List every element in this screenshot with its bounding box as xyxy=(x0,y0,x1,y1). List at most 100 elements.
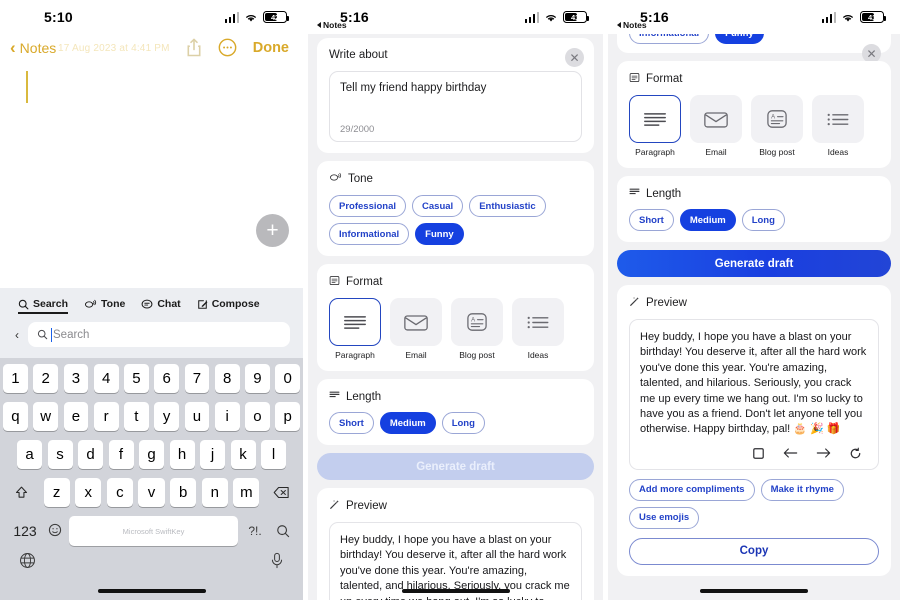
length-chip-long[interactable]: Long xyxy=(741,209,785,231)
length-chip-short[interactable]: Short xyxy=(629,209,674,231)
status-bar: 5:10 42 xyxy=(0,0,303,34)
key[interactable]: r xyxy=(93,402,119,431)
share-icon[interactable] xyxy=(186,38,202,57)
key[interactable]: u xyxy=(184,402,210,431)
globe-icon[interactable] xyxy=(19,552,36,574)
key[interactable]: g xyxy=(139,440,164,469)
chevron-left-icon[interactable]: ‹ xyxy=(15,328,19,342)
keyboard-tool-search[interactable]: Search xyxy=(18,298,69,314)
search-key-icon[interactable] xyxy=(272,524,294,538)
key[interactable]: k xyxy=(230,440,256,469)
key[interactable]: 1 xyxy=(3,364,28,393)
format-option-ideas[interactable]: Ideas xyxy=(812,95,864,157)
key[interactable]: i xyxy=(214,402,240,431)
key[interactable]: h xyxy=(169,440,195,469)
done-button[interactable]: Done xyxy=(253,40,289,56)
format-option-paragraph[interactable]: Paragraph xyxy=(329,298,381,360)
space-key[interactable]: Microsoft SwiftKey xyxy=(69,516,238,546)
back-to-app-indicator[interactable]: Notes xyxy=(617,20,647,30)
copy-button[interactable]: Copy xyxy=(629,537,879,565)
key[interactable]: v xyxy=(138,478,165,507)
key[interactable]: 7 xyxy=(184,364,210,393)
key[interactable]: s xyxy=(47,440,73,469)
tone-chip-informational[interactable]: Informational xyxy=(629,34,710,44)
key[interactable]: 9 xyxy=(245,364,270,393)
back-to-app-indicator[interactable]: Notes xyxy=(317,20,347,30)
suggestion-add-more-compliments[interactable]: Add more compliments xyxy=(629,478,755,501)
ellipsis-circle-icon[interactable] xyxy=(218,38,237,57)
length-chip-medium[interactable]: Medium xyxy=(679,209,736,231)
key[interactable]: p xyxy=(275,402,300,431)
key[interactable]: w xyxy=(33,402,58,431)
arrow-right-icon[interactable] xyxy=(816,447,831,459)
format-option-blogpost[interactable]: A Blog post xyxy=(451,298,503,360)
key[interactable]: x xyxy=(75,478,102,507)
generate-draft-button[interactable]: Generate draft xyxy=(317,453,594,480)
format-title: Format xyxy=(329,275,582,289)
tone-chip-casual[interactable]: Casual xyxy=(412,195,464,217)
tone-chip-enthusiastic[interactable]: Enthusiastic xyxy=(469,195,546,217)
tone-chip-funny[interactable]: Funny xyxy=(415,223,464,245)
notes-actions: Done xyxy=(186,38,289,57)
format-option-email[interactable]: Email xyxy=(390,298,442,360)
tone-chip-funny[interactable]: Funny xyxy=(715,34,764,44)
preview-text-box[interactable]: Hey buddy, I hope you have a blast on yo… xyxy=(629,319,879,470)
close-icon[interactable]: ✕ xyxy=(565,48,584,67)
key[interactable]: a xyxy=(17,440,42,469)
note-editor-body[interactable]: + xyxy=(0,57,303,257)
length-chip-short[interactable]: Short xyxy=(329,412,374,434)
key[interactable]: 3 xyxy=(63,364,89,393)
format-option-blogpost[interactable]: A Blog post xyxy=(751,95,803,157)
key[interactable]: d xyxy=(78,440,103,469)
keyboard-tool-compose[interactable]: Compose xyxy=(197,298,260,313)
key[interactable]: o xyxy=(245,402,270,431)
suggestion-use-emojis[interactable]: Use emojis xyxy=(629,506,700,529)
plus-icon[interactable]: + xyxy=(256,214,289,247)
key[interactable]: n xyxy=(201,478,228,507)
tone-chip-professional[interactable]: Professional xyxy=(329,195,407,217)
length-chip-long[interactable]: Long xyxy=(441,412,485,434)
keyboard-tool-chat[interactable]: Chat xyxy=(141,298,181,313)
emoji-icon[interactable] xyxy=(48,523,62,540)
arrow-left-icon[interactable] xyxy=(783,447,798,459)
key[interactable]: b xyxy=(170,478,197,507)
key[interactable]: t xyxy=(124,402,149,431)
generate-draft-button[interactable]: Generate draft xyxy=(617,250,891,277)
format-option-email[interactable]: Email xyxy=(690,95,742,157)
key[interactable]: 2 xyxy=(33,364,58,393)
format-option-ideas[interactable]: Ideas xyxy=(512,298,564,360)
format-option-paragraph[interactable]: Paragraph xyxy=(629,95,681,157)
microphone-icon[interactable] xyxy=(270,552,284,574)
suggestion-make-it-rhyme[interactable]: Make it rhyme xyxy=(760,478,844,501)
cellular-signal-icon xyxy=(224,11,239,23)
punctuation-key[interactable]: ?!. xyxy=(245,524,265,538)
back-to-notes-button[interactable]: ‹ Notes xyxy=(10,39,56,56)
key[interactable]: 6 xyxy=(154,364,179,393)
backspace-icon[interactable] xyxy=(265,478,299,507)
numeric-key[interactable]: 123 xyxy=(9,523,41,539)
stop-icon[interactable] xyxy=(752,447,765,460)
key[interactable]: c xyxy=(106,478,133,507)
write-about-input[interactable]: Tell my friend happy birthday 29/2000 xyxy=(329,71,582,142)
key[interactable]: 4 xyxy=(93,364,119,393)
refresh-icon[interactable] xyxy=(849,447,862,460)
key[interactable]: 0 xyxy=(275,364,300,393)
tone-chip-informational[interactable]: Informational xyxy=(329,223,410,245)
shift-icon[interactable] xyxy=(4,478,38,507)
length-chip-medium[interactable]: Medium xyxy=(379,412,436,434)
key[interactable]: y xyxy=(154,402,179,431)
key[interactable]: 8 xyxy=(214,364,240,393)
keyboard-tool-tone[interactable]: Tone xyxy=(84,298,125,313)
key[interactable]: j xyxy=(200,440,225,469)
key[interactable]: f xyxy=(108,440,134,469)
key[interactable]: l xyxy=(261,440,286,469)
key[interactable]: z xyxy=(43,478,70,507)
key[interactable]: e xyxy=(63,402,89,431)
key[interactable]: q xyxy=(3,402,28,431)
length-title: Length xyxy=(329,390,582,403)
length-title-label: Length xyxy=(346,390,382,403)
key[interactable]: 5 xyxy=(124,364,149,393)
search-input[interactable]: Search xyxy=(28,322,290,347)
key[interactable]: m xyxy=(233,478,260,507)
tone-card: Tone Professional Casual Enthusiastic In… xyxy=(317,161,594,256)
